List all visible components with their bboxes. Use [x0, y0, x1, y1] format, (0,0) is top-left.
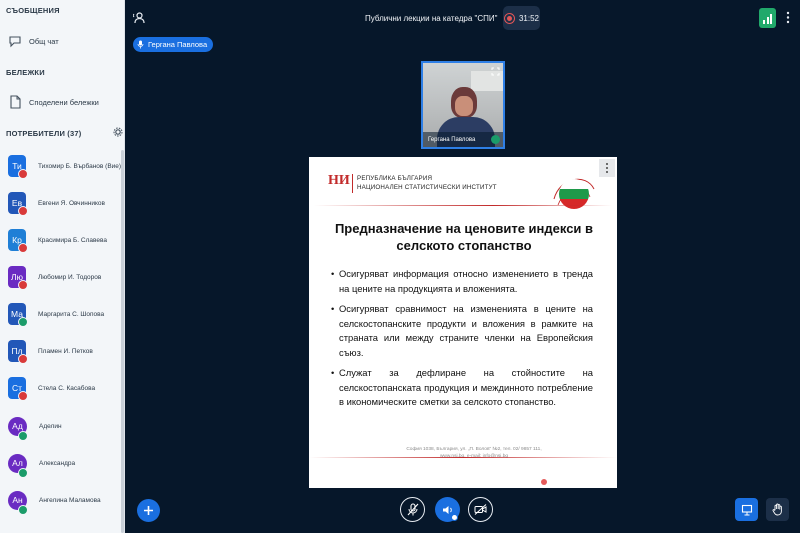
org-line-2: НАЦИОНАЛЕН СТАТИСТИЧЕСКИ ИНСТИТУТ — [357, 183, 497, 191]
recording-timer: 31:52 — [518, 13, 540, 23]
mic-on-icon — [491, 135, 500, 144]
avatar-initials: Ал — [12, 458, 23, 468]
camera-off-icon — [474, 504, 487, 515]
user-name: Тихомир Б. Върбанов (Вие) — [38, 162, 122, 170]
meeting-title: Публични лекции на катедра "СПИ" — [365, 14, 498, 23]
avatar-initials: Ан — [12, 495, 23, 505]
actions-plus-button[interactable] — [137, 499, 160, 522]
address-line-1: София 1038, България, ул. „П. Волов“ №2,… — [406, 447, 542, 452]
user-item[interactable]: Пл Пламен И. Петков — [8, 336, 124, 366]
presenter-webcam[interactable]: Гергана Павлова — [421, 61, 505, 149]
slide-bullets: Осигуряват информация относно изменениет… — [331, 267, 593, 416]
main-area: Публични лекции на катедра "СПИ" 31:52 Г… — [125, 0, 800, 533]
shared-notes-label: Споделени бележки — [29, 97, 99, 107]
active-speaker-name: Гергана Павлова — [148, 40, 208, 49]
microphone-icon — [137, 40, 144, 49]
mic-on-icon — [18, 317, 28, 327]
user-name: Стела С. Касабова — [38, 384, 96, 392]
nsi-logo: НИ — [328, 173, 350, 188]
microphone-off-icon — [407, 503, 418, 516]
shared-notes-item[interactable]: Споделени бележки — [8, 94, 99, 110]
webcam-name: Гергана Павлова — [428, 136, 476, 143]
avatar: Ад — [8, 416, 28, 441]
mic-on-icon — [18, 430, 28, 441]
mic-on-icon — [18, 467, 28, 478]
messages-section-title: СЪОБЩЕНИЯ — [6, 6, 60, 15]
avatar: Ма — [8, 303, 28, 327]
avatar: Кр — [8, 229, 28, 253]
user-name: Красимира Б. Славева — [38, 236, 108, 244]
participants-toggle-icon[interactable] — [133, 11, 146, 24]
user-name: Ангелина Маламова — [39, 496, 101, 504]
public-chat-item[interactable]: Общ чат — [8, 34, 59, 48]
avatar: Ти — [8, 155, 28, 179]
notes-icon — [10, 95, 21, 109]
sidebar: СЪОБЩЕНИЯ Общ чат БЕЛЕЖКИ Споделени беле… — [0, 0, 125, 533]
presentation-slide: НИ РЕПУБЛИКА БЪЛГАРИЯ НАЦИОНАЛЕН СТАТИСТ… — [309, 157, 617, 488]
user-item[interactable]: Ев Евгени Я. Овчинников — [8, 188, 124, 218]
connection-status-icon[interactable] — [759, 8, 776, 28]
user-item[interactable]: Ст Стела С. Касабова — [8, 373, 124, 403]
sidebar-scrollbar[interactable] — [121, 150, 124, 533]
active-speaker-pill: Гергана Павлова — [133, 37, 214, 52]
audio-button[interactable] — [435, 497, 460, 522]
avatar: Ев — [8, 192, 28, 216]
org-line-1: РЕПУБЛИКА БЪЛГАРИЯ — [357, 175, 433, 182]
presentation-options-icon[interactable] — [599, 159, 615, 177]
notes-section-title: БЕЛЕЖКИ — [6, 68, 45, 77]
mic-muted-icon — [18, 243, 28, 253]
record-icon — [503, 12, 515, 24]
plus-icon — [144, 506, 153, 515]
public-chat-label: Общ чат — [29, 36, 59, 46]
mute-microphone-button[interactable] — [400, 497, 425, 522]
avatar: Ал — [8, 453, 28, 478]
users-section-title: ПОТРЕБИТЕЛИ (37) — [6, 129, 82, 138]
raise-hand-icon — [772, 503, 782, 516]
slide-bullet: Осигуряват сравнимост на измененията в ц… — [331, 302, 593, 360]
chat-icon — [9, 36, 21, 48]
audio-settings-indicator — [451, 514, 458, 521]
user-item[interactable]: Ан Ангелина Маламова — [8, 485, 124, 515]
mic-on-icon — [18, 504, 28, 515]
avatar: Ст — [8, 377, 28, 401]
user-name: Маргарита С. Шопова — [38, 310, 105, 318]
webcam-toggle-button[interactable] — [468, 497, 493, 522]
slide-bullet: Осигуряват информация относно изменениет… — [331, 267, 593, 296]
avatar: Пл — [8, 340, 28, 364]
user-item[interactable]: Ад Аделин — [8, 411, 124, 441]
user-item[interactable]: Ти Тихомир Б. Върбанов (Вие) — [8, 151, 124, 181]
user-name: Любомир И. Тодоров — [38, 273, 102, 281]
organization-name: РЕПУБЛИКА БЪЛГАРИЯ НАЦИОНАЛЕН СТАТИСТИЧЕ… — [357, 175, 497, 192]
mic-muted-icon — [18, 354, 28, 364]
user-name: Евгени Я. Овчинников — [38, 199, 105, 207]
mic-muted-icon — [18, 169, 28, 179]
user-name: Пламен И. Петков — [38, 347, 93, 355]
slide-title: Предназначение на ценовите индекси в сел… — [334, 221, 594, 253]
presentation-icon — [741, 504, 752, 515]
user-item[interactable]: Ал Александра — [8, 448, 124, 478]
user-item[interactable]: Лю Любомир И. Тодоров — [8, 262, 124, 292]
slide-bullet: Служат за дефлиране на стойностите на се… — [331, 366, 593, 410]
mic-muted-icon — [18, 391, 28, 401]
mic-muted-icon — [18, 280, 28, 290]
recording-indicator[interactable]: 31:52 — [503, 6, 540, 30]
avatar: Лю — [8, 266, 28, 290]
user-item[interactable]: Кр Красимира Б. Славева — [8, 225, 124, 255]
avatar: Ан — [8, 490, 28, 515]
fullscreen-icon[interactable] — [491, 67, 500, 76]
gear-icon[interactable] — [113, 127, 123, 137]
more-options-icon[interactable] — [786, 11, 790, 24]
user-name: Аделин — [39, 422, 62, 430]
presentation-toggle-button[interactable] — [735, 498, 758, 521]
slide-pointer-dot — [541, 479, 547, 485]
raise-hand-button[interactable] — [766, 498, 789, 521]
user-name: Александра — [39, 459, 76, 467]
mic-muted-icon — [18, 206, 28, 216]
avatar-initials: Ад — [12, 421, 23, 431]
user-item[interactable]: Ма Маргарита С. Шопова — [8, 299, 124, 329]
